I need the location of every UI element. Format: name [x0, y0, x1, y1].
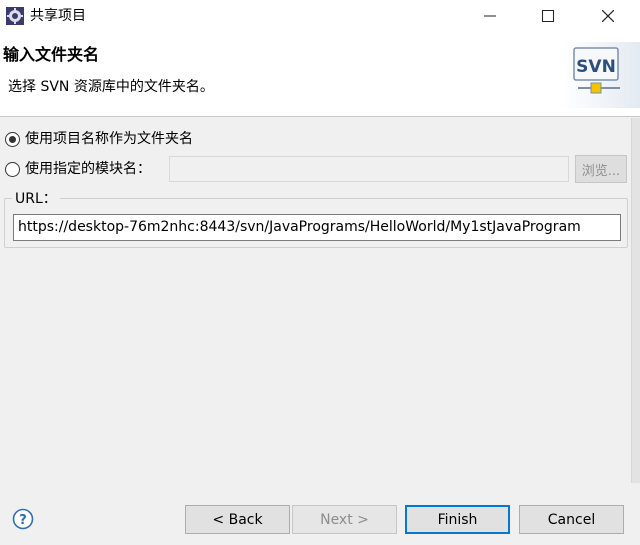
eclipse-gear-icon [6, 7, 24, 25]
minimize-button[interactable] [467, 0, 513, 32]
page-description: 选择 SVN 资源库中的文件夹名。 [8, 79, 214, 95]
svn-logo-icon: SVN [562, 42, 640, 108]
use-module-name-label: 使用指定的模块名： [25, 161, 151, 177]
title-bar: 共享项目 [0, 0, 640, 32]
use-module-name-option[interactable]: 使用指定的模块名： [5, 160, 151, 178]
svg-text:?: ? [19, 513, 27, 528]
use-project-name-label: 使用项目名称作为文件夹名 [25, 131, 193, 147]
maximize-button[interactable] [525, 0, 571, 32]
use-project-name-option[interactable]: 使用项目名称作为文件夹名 [5, 130, 193, 148]
next-button[interactable]: Next > [292, 505, 397, 534]
svn-logo-text: SVN [576, 57, 616, 77]
close-button[interactable] [585, 0, 631, 32]
finish-button[interactable]: Finish [405, 505, 510, 534]
use-module-name-radio[interactable] [5, 161, 20, 177]
cancel-button[interactable]: Cancel [519, 505, 624, 534]
wizard-header: 输入文件夹名 选择 SVN 资源库中的文件夹名。 SVN [0, 32, 640, 117]
module-name-input[interactable] [169, 156, 569, 182]
url-field[interactable]: https://desktop-76m2nhc:8443/svn/JavaPro… [13, 214, 621, 241]
close-icon [602, 10, 614, 22]
window-edge [631, 118, 640, 483]
use-project-name-radio[interactable] [5, 131, 20, 147]
minimize-icon [484, 15, 496, 17]
help-icon[interactable]: ? [12, 508, 34, 530]
back-button[interactable]: < Back [185, 505, 290, 534]
browse-button[interactable]: 浏览... [575, 155, 627, 183]
maximize-icon [542, 10, 554, 22]
window-title: 共享项目 [30, 8, 86, 24]
page-title: 输入文件夹名 [3, 45, 100, 64]
url-label: URL： [12, 190, 60, 208]
